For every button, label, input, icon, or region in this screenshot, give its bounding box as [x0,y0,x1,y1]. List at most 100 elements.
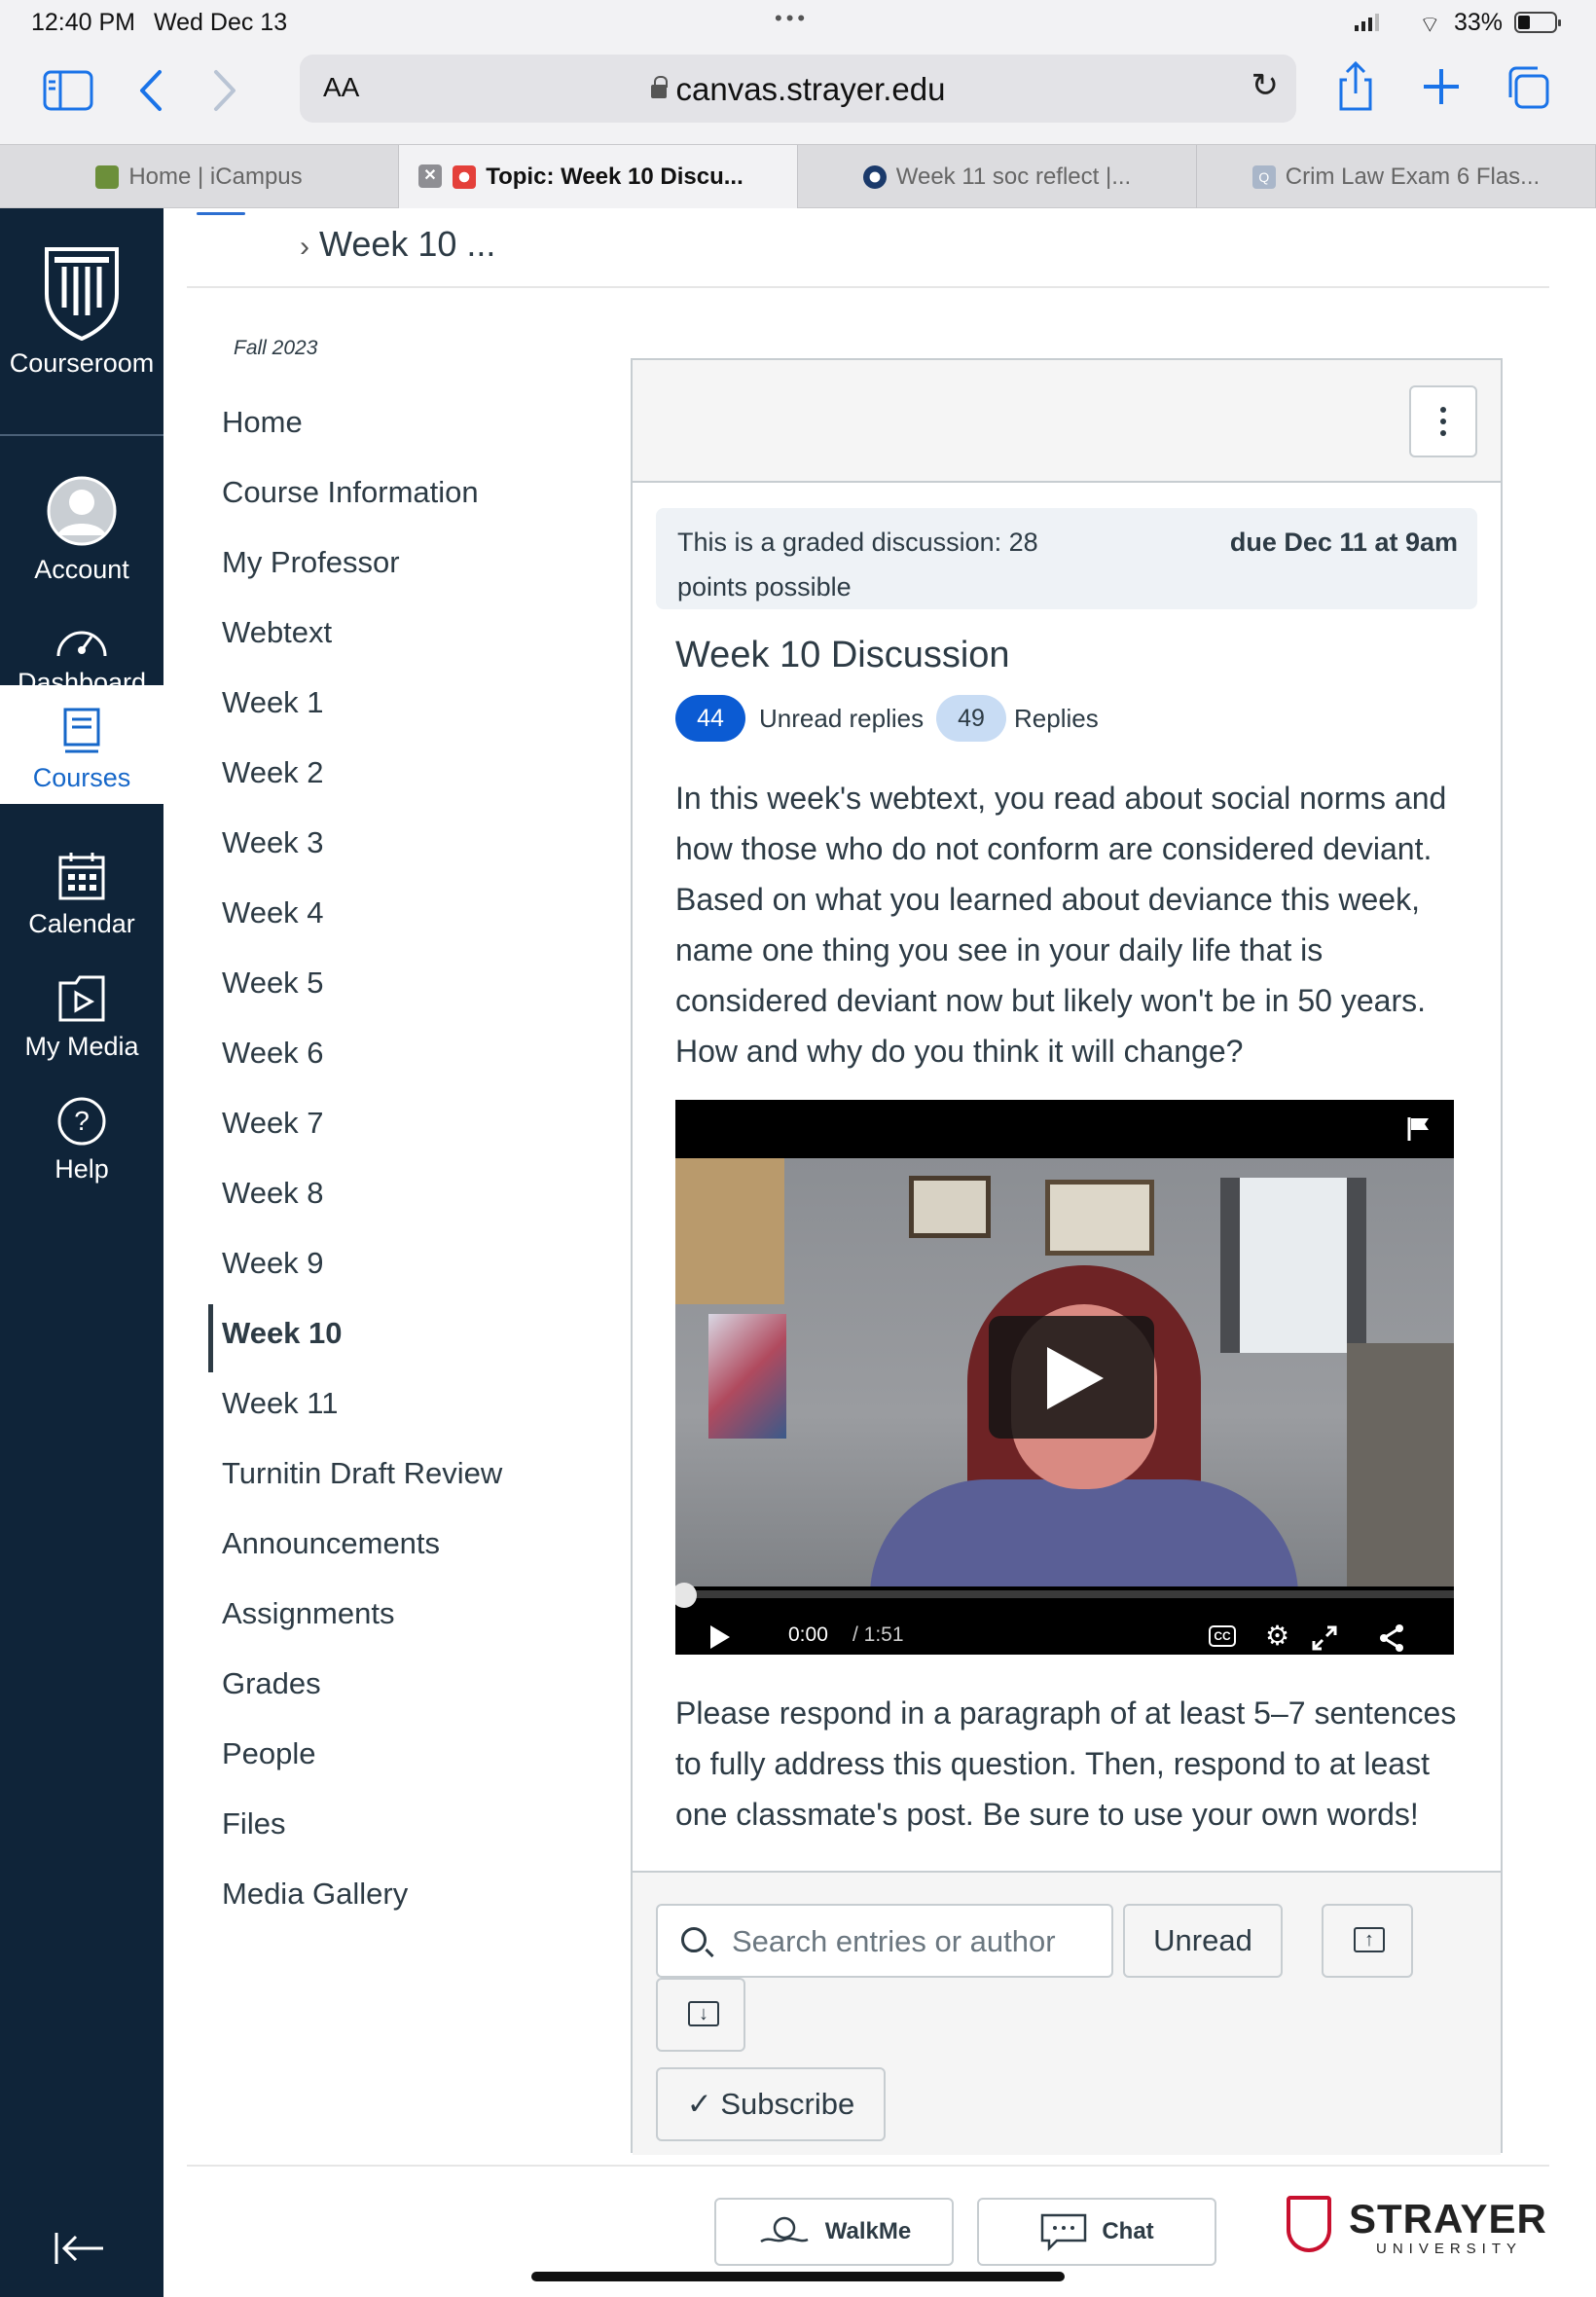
my-media-icon [58,975,105,1022]
share-icon[interactable] [1335,60,1376,113]
global-nav-label: Help [54,1154,109,1184]
video-duration: / 1:51 [852,1623,904,1646]
course-nav-media-gallery[interactable]: Media Gallery [222,1877,408,1912]
search-input[interactable] [732,1919,1102,1964]
sidebar-toggle-icon[interactable] [43,70,93,111]
browser-tab-crim-law-exam[interactable]: Q Crim Law Exam 6 Flas... [1197,145,1596,208]
course-nav-week-3[interactable]: Week 3 [222,825,324,860]
address-bar[interactable]: AA canvas.strayer.edu ↻ [300,55,1296,123]
course-nav-week-9[interactable]: Week 9 [222,1246,324,1281]
global-nav-calendar[interactable]: Calendar [0,851,163,939]
global-nav-label: Courses [32,763,131,792]
discussion-header [633,360,1501,483]
course-nav-turnitin-draft-review[interactable]: Turnitin Draft Review [222,1456,502,1491]
browser-tab-week10-discussion[interactable]: ✕ Topic: Week 10 Discu... [399,145,798,208]
course-nav-course-information[interactable]: Course Information [222,475,479,510]
browser-tab-home-icampus[interactable]: Home | iCampus [0,145,399,208]
discussion-panel: This is a graded discussion: 28 points p… [631,358,1503,2155]
report-flag-icon[interactable] [1405,1115,1433,1143]
course-nav-week-5[interactable]: Week 5 [222,966,324,1001]
url-text: canvas.strayer.edu [675,71,946,107]
course-menu-toggle-icon[interactable] [197,212,245,236]
expand-down-icon: ↓ [688,2001,719,2026]
chat-bubble-icon [1041,2213,1087,2251]
graded-discussion-banner: This is a graded discussion: 28 points p… [656,508,1477,609]
course-nav-announcements[interactable]: Announcements [222,1526,440,1561]
subscribe-button[interactable]: ✓ Subscribe [656,2067,886,2141]
tabs-overview-icon[interactable] [1505,64,1551,111]
global-nav-label: Courseroom [9,348,155,378]
course-nav-grades[interactable]: Grades [222,1666,321,1701]
global-nav-courseroom[interactable]: Courseroom [0,243,163,379]
forward-icon[interactable] [210,68,239,113]
strayer-logo: STRAYER UNIVERSITY [1281,2194,1553,2262]
chat-button[interactable]: Chat [977,2198,1216,2266]
new-tab-icon[interactable] [1421,66,1462,107]
video-bulletin-board [675,1158,784,1304]
global-nav-my-media[interactable]: My Media [0,973,163,1062]
course-nav-week-10[interactable]: Week 10 [208,1304,343,1372]
walkme-button[interactable]: WalkMe [714,2198,954,2266]
unread-replies-label: Unread replies [759,704,925,733]
multitasking-dots-icon[interactable]: ••• [775,6,809,31]
document-favicon-icon [862,164,887,189]
browser-tab-week11-soc-reflect[interactable]: Week 11 soc reflect |... [798,145,1197,208]
course-nav-home[interactable]: Home [222,405,303,440]
walkme-label: WalkMe [824,2218,912,2244]
battery-percent: 33% [1454,9,1504,36]
course-nav-week-7[interactable]: Week 7 [222,1106,324,1141]
share-video-icon[interactable] [1378,1623,1405,1653]
course-nav-files[interactable]: Files [222,1806,285,1841]
video-progress-bar[interactable] [675,1590,1454,1598]
unread-filter-button[interactable]: Unread [1123,1904,1283,1978]
video-certificate-frame [909,1176,991,1238]
course-nav-week-1[interactable]: Week 1 [222,685,324,720]
close-tab-icon[interactable]: ✕ [418,164,442,188]
collapse-up-icon: ↑ [1354,1927,1385,1952]
home-indicator[interactable] [531,2272,1065,2281]
global-nav-courses[interactable]: Courses [0,685,163,804]
courses-icon [63,708,100,753]
settings-gear-icon[interactable]: ⚙ [1265,1620,1289,1652]
status-time: 12:40 PM [31,9,136,36]
breadcrumb-bar: › Week 10 ... [187,208,1549,288]
global-nav-label: Account [34,555,129,584]
tab-label: Week 11 soc reflect |... [895,163,1132,190]
wifi-icon: ⌔ [1419,12,1441,38]
course-nav-week-8[interactable]: Week 8 [222,1176,324,1211]
url-display[interactable]: canvas.strayer.edu [300,71,1296,108]
checkmark-icon: ✓ [686,2087,721,2121]
expand-all-button[interactable]: ↑ [1322,1904,1413,1978]
fullscreen-icon[interactable] [1310,1623,1339,1653]
video-player[interactable]: 0:00 / 1:51 CC ⚙ [675,1100,1454,1655]
battery-icon [1514,12,1561,33]
play-icon[interactable] [710,1625,730,1649]
search-icon [681,1927,707,1952]
more-options-icon[interactable] [1409,385,1477,457]
course-nav-my-professor[interactable]: My Professor [222,545,400,580]
chat-label: Chat [1102,2218,1154,2244]
course-nav-webtext[interactable]: Webtext [222,615,332,650]
course-nav-assignments[interactable]: Assignments [222,1596,394,1631]
course-nav-week-6[interactable]: Week 6 [222,1036,324,1071]
course-nav-week-11[interactable]: Week 11 [222,1386,338,1421]
closed-captions-icon[interactable]: CC [1209,1625,1236,1647]
global-nav-label: Calendar [28,909,135,938]
course-nav-people[interactable]: People [222,1736,316,1771]
global-nav-account[interactable]: Account [0,475,163,585]
course-nav-week-4[interactable]: Week 4 [222,895,324,930]
play-video-button[interactable] [989,1316,1154,1439]
points-possible-text: This is a graded discussion: 28 points p… [677,528,1038,602]
svg-text:?: ? [74,1106,90,1136]
collapse-nav-icon[interactable] [53,2229,107,2268]
breadcrumb: › Week 10 ... [300,224,495,265]
global-nav-help[interactable]: ? Help [0,1096,163,1185]
course-nav-week-2[interactable]: Week 2 [222,755,324,790]
reload-icon[interactable]: ↻ [1251,66,1280,105]
response-instructions: Please respond in a paragraph of at leas… [675,1695,1457,1832]
browser-toolbar: AA canvas.strayer.edu ↻ [0,45,1596,144]
global-nav-divider [0,434,163,436]
collapse-all-button[interactable]: ↓ [656,1978,745,2052]
back-icon[interactable] [136,68,165,113]
search-entries-field[interactable] [656,1904,1113,1978]
